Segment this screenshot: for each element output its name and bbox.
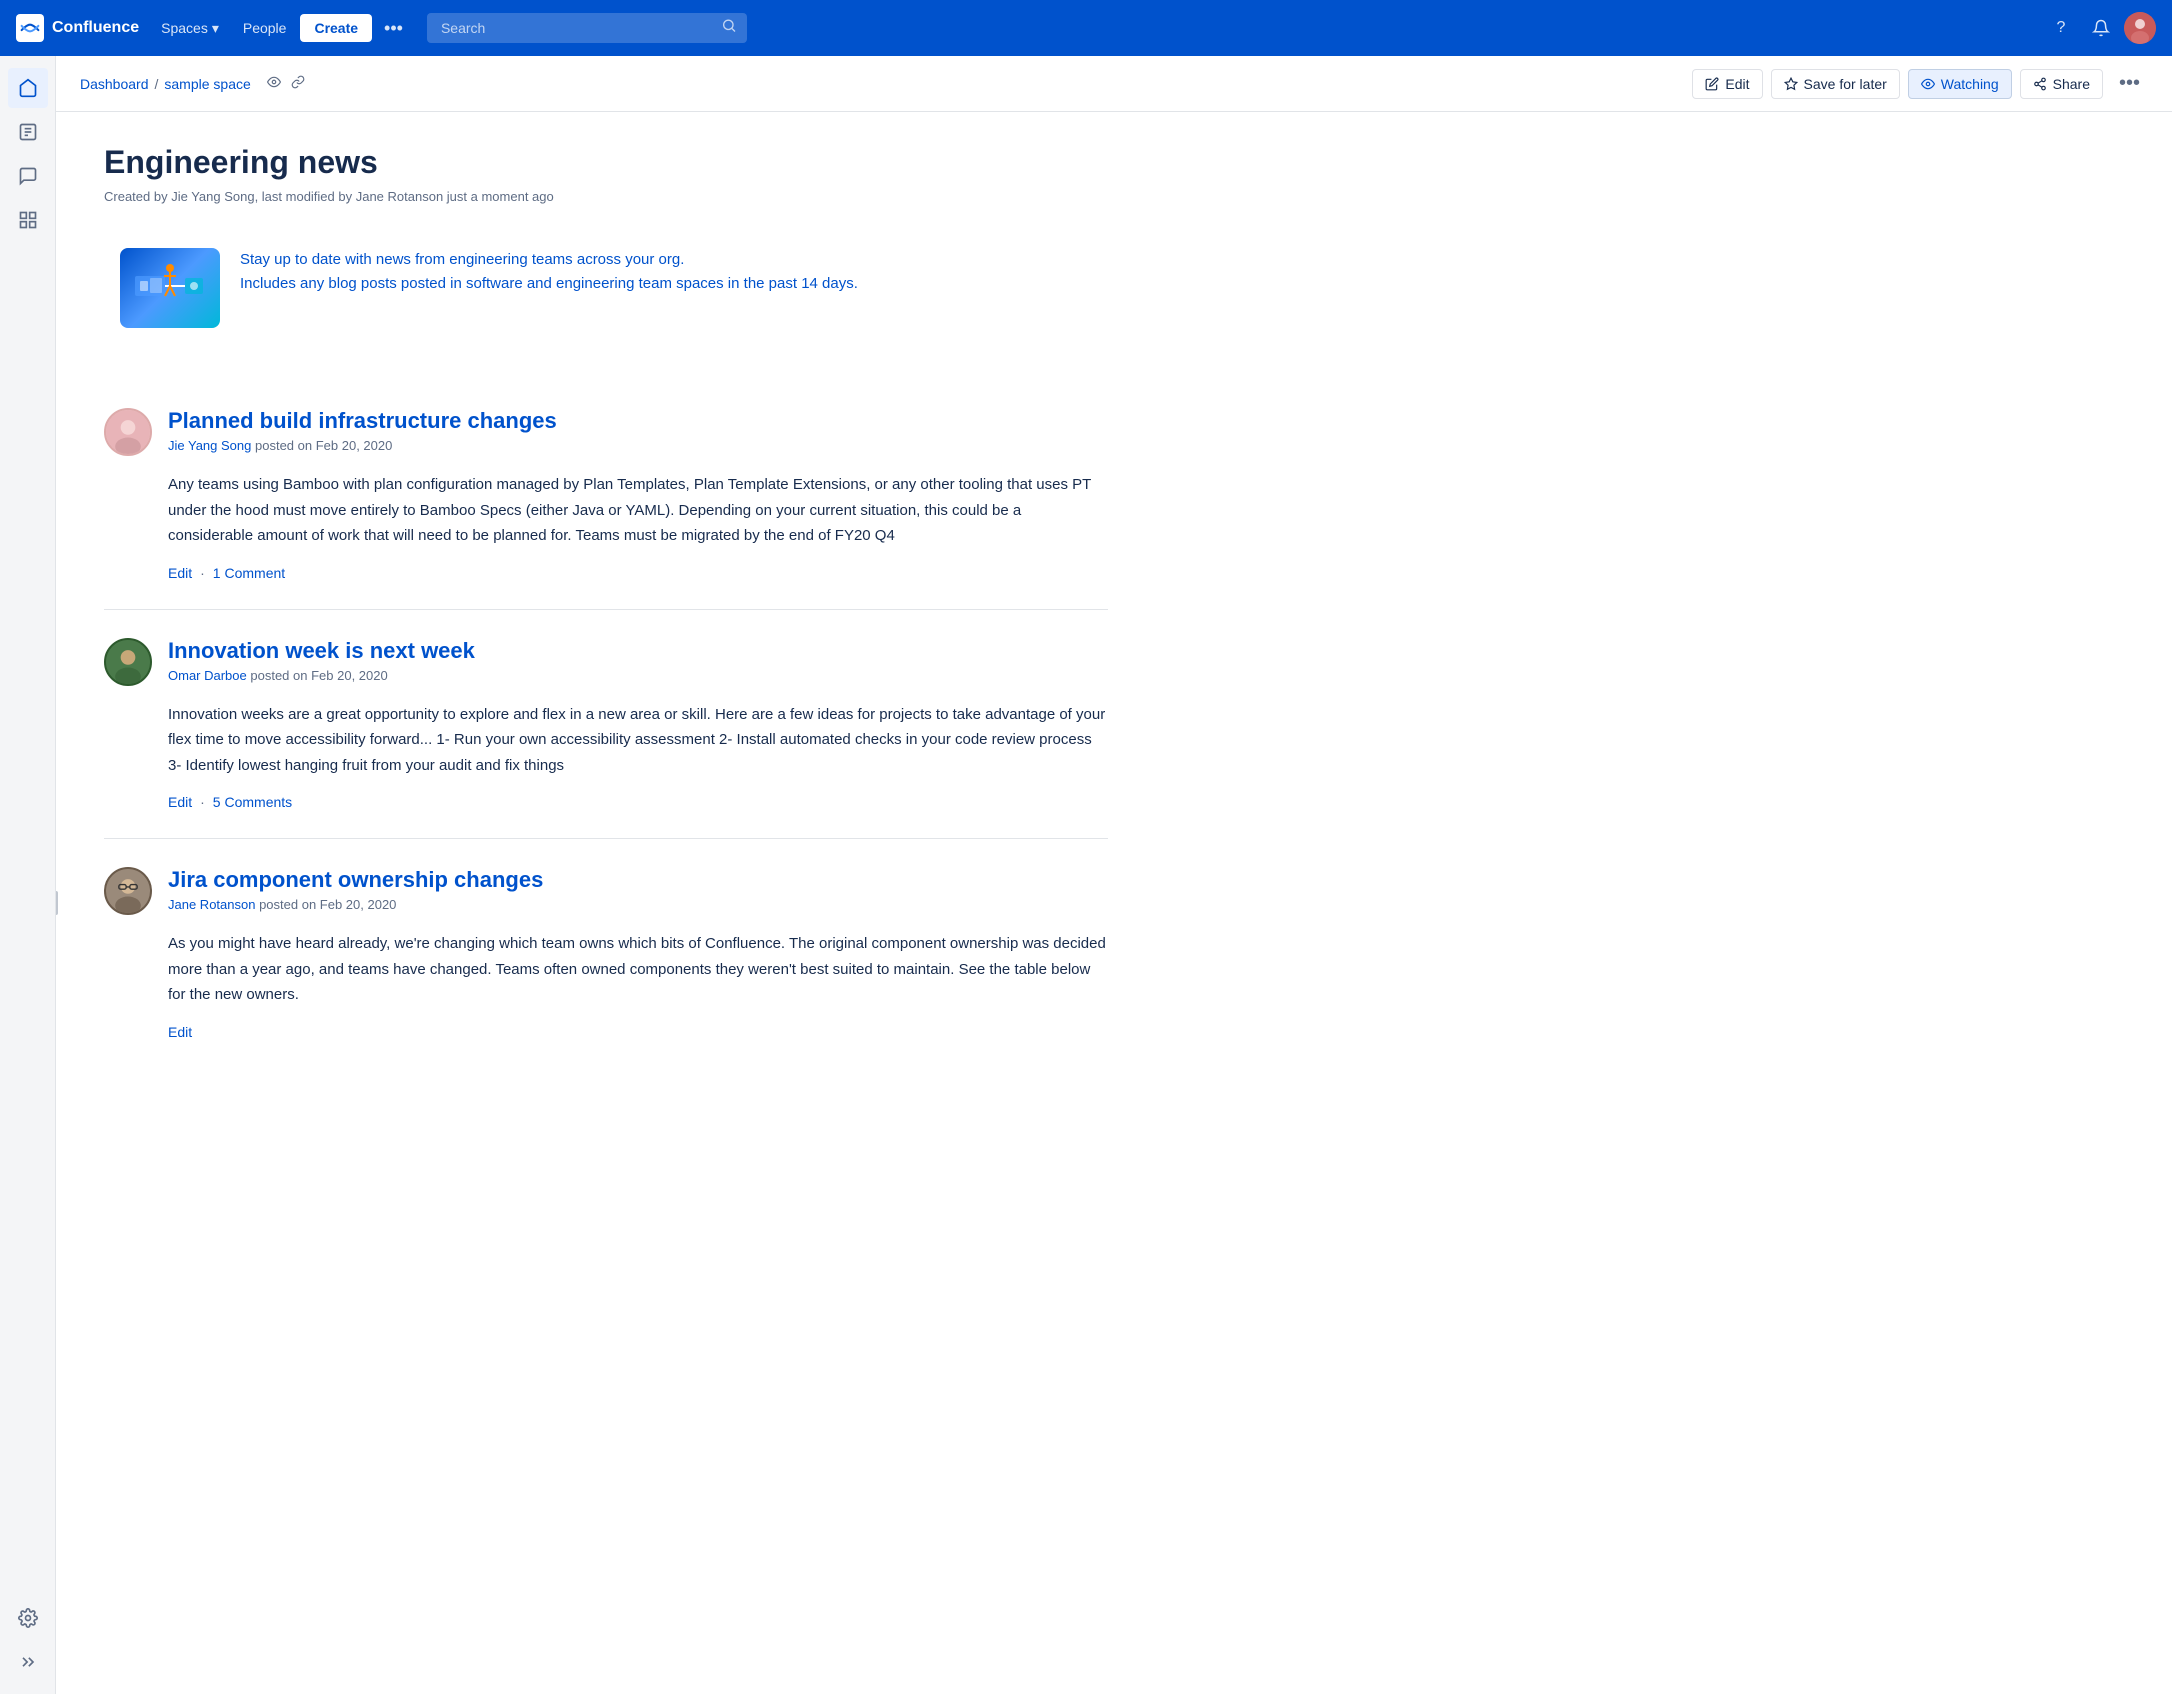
top-navigation: Confluence Spaces ▾ People Create ••• ? (0, 0, 2172, 56)
list-item: Jira component ownership changes Jane Ro… (104, 839, 1108, 1068)
post-comments-link[interactable]: 5 Comments (213, 794, 292, 810)
post-date: Feb 20, 2020 (320, 897, 397, 912)
post-info: Planned build infrastructure changes Jie… (168, 408, 557, 453)
chevron-down-icon: ▾ (212, 20, 219, 37)
sidebar-item-settings[interactable] (8, 1598, 48, 1638)
post-actions: Edit (104, 1024, 1108, 1040)
spaces-nav-button[interactable]: Spaces ▾ (151, 14, 229, 43)
breadcrumb-space[interactable]: sample space (164, 76, 250, 92)
main-content: Engineering news Created by Jie Yang Son… (56, 112, 1156, 1100)
post-edit-link[interactable]: Edit (168, 1024, 192, 1040)
avatar (104, 867, 152, 915)
page-toolbar: Dashboard / sample space Edit (56, 56, 2172, 112)
post-header: Innovation week is next week Omar Darboe… (104, 638, 1108, 686)
post-info: Innovation week is next week Omar Darboe… (168, 638, 475, 683)
post-edit-link[interactable]: Edit (168, 794, 192, 810)
post-actions: Edit · 1 Comment (104, 565, 1108, 581)
sidebar-item-home[interactable] (8, 68, 48, 108)
post-date: Feb 20, 2020 (311, 668, 388, 683)
app-logo[interactable]: Confluence (16, 14, 139, 42)
post-author-line: Jie Yang Song posted on Feb 20, 2020 (168, 438, 557, 453)
notifications-button[interactable] (2084, 11, 2118, 45)
post-body: As you might have heard already, we're c… (104, 931, 1108, 1008)
post-body: Any teams using Bamboo with plan configu… (104, 472, 1108, 549)
post-author-line: Jane Rotanson posted on Feb 20, 2020 (168, 897, 543, 912)
list-item: Innovation week is next week Omar Darboe… (104, 610, 1108, 840)
share-button[interactable]: Share (2020, 69, 2103, 99)
post-author-link[interactable]: Jie Yang Song (168, 438, 251, 453)
more-nav-button[interactable]: ••• (376, 14, 411, 43)
create-button[interactable]: Create (300, 14, 372, 42)
edit-label: Edit (1725, 76, 1749, 92)
breadcrumb-watch-icon[interactable] (265, 73, 283, 94)
create-label: Create (314, 20, 358, 36)
save-for-later-label: Save for later (1804, 76, 1887, 92)
help-button[interactable]: ? (2044, 11, 2078, 45)
search-container (427, 13, 747, 43)
post-author-line: Omar Darboe posted on Feb 20, 2020 (168, 668, 475, 683)
avatar (104, 638, 152, 686)
post-author-link[interactable]: Jane Rotanson (168, 897, 255, 912)
post-title[interactable]: Planned build infrastructure changes (168, 408, 557, 434)
breadcrumb-dashboard[interactable]: Dashboard (80, 76, 149, 92)
breadcrumb: Dashboard / sample space (80, 73, 1692, 94)
banner-line1: Stay up to date with news from engineeri… (240, 248, 858, 272)
app-name-label: Confluence (52, 19, 139, 37)
page-meta: Created by Jie Yang Song, last modified … (104, 189, 1108, 204)
sidebar-bottom (8, 1598, 48, 1682)
post-actions: Edit · 5 Comments (104, 794, 1108, 810)
banner-image (120, 248, 220, 328)
post-title[interactable]: Innovation week is next week (168, 638, 475, 664)
post-body: Innovation weeks are a great opportunity… (104, 702, 1108, 779)
share-label: Share (2053, 76, 2090, 92)
page-title: Engineering news (104, 144, 1108, 181)
edit-button[interactable]: Edit (1692, 69, 1762, 99)
sidebar-item-pages[interactable] (8, 112, 48, 152)
sidebar-item-space-directory[interactable] (8, 200, 48, 240)
banner-text: Stay up to date with news from engineeri… (240, 248, 858, 296)
nav-right-actions: ? (2044, 11, 2156, 45)
post-header: Jira component ownership changes Jane Ro… (104, 867, 1108, 915)
breadcrumb-link-icon[interactable] (289, 73, 307, 94)
breadcrumb-separator: / (155, 76, 159, 92)
post-header: Planned build infrastructure changes Jie… (104, 408, 1108, 456)
user-avatar[interactable] (2124, 12, 2156, 44)
search-input[interactable] (427, 13, 747, 43)
toolbar-actions: Edit Save for later Watching Share ••• (1692, 68, 2148, 99)
save-for-later-button[interactable]: Save for later (1771, 69, 1900, 99)
left-sidebar (0, 56, 56, 1694)
sidebar-item-collapse[interactable] (8, 1642, 48, 1682)
more-actions-button[interactable]: ••• (2111, 68, 2148, 99)
post-date: Feb 20, 2020 (316, 438, 393, 453)
sidebar-item-blog[interactable] (8, 156, 48, 196)
post-author-link[interactable]: Omar Darboe (168, 668, 247, 683)
avatar (104, 408, 152, 456)
spaces-label: Spaces (161, 20, 208, 36)
banner-line2: Includes any blog posts posted in softwa… (240, 272, 858, 296)
post-comments-link[interactable]: 1 Comment (213, 565, 285, 581)
info-banner: Stay up to date with news from engineeri… (104, 232, 1108, 344)
posts-list: Planned build infrastructure changes Jie… (104, 380, 1108, 1068)
watching-button[interactable]: Watching (1908, 69, 2012, 99)
people-label: People (243, 20, 287, 36)
post-info: Jira component ownership changes Jane Ro… (168, 867, 543, 912)
post-edit-link[interactable]: Edit (168, 565, 192, 581)
breadcrumb-icon-group (265, 73, 307, 94)
watching-label: Watching (1941, 76, 1999, 92)
people-nav-button[interactable]: People (233, 14, 297, 42)
confluence-logo-icon (16, 14, 44, 42)
post-title[interactable]: Jira component ownership changes (168, 867, 543, 893)
list-item: Planned build infrastructure changes Jie… (104, 380, 1108, 610)
